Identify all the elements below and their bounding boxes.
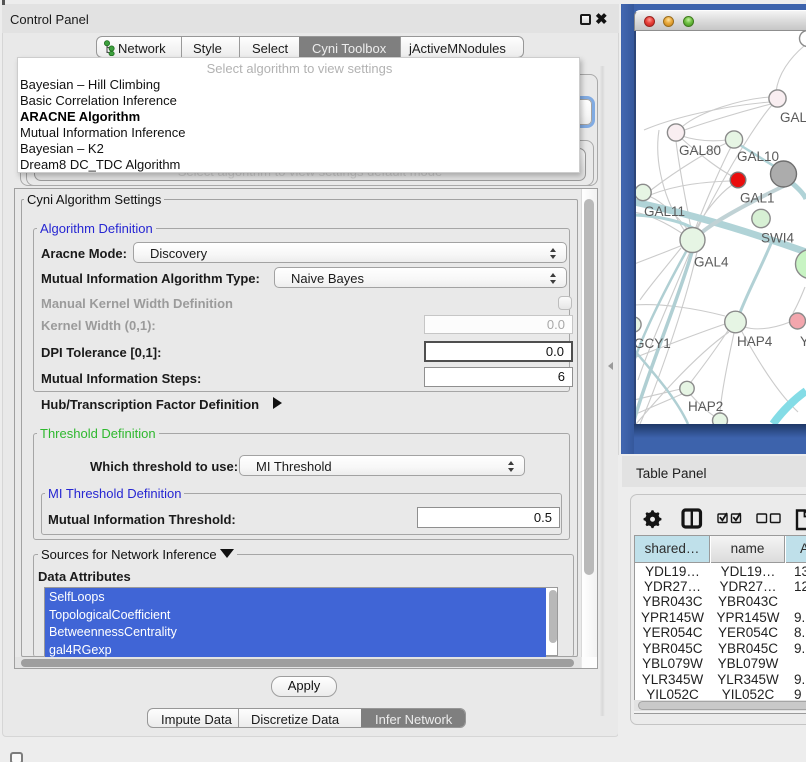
svg-text:GAL1: GAL1	[740, 191, 775, 206]
svg-text:GAL7: GAL7	[780, 110, 806, 125]
svg-text:GAL80: GAL80	[679, 143, 721, 158]
svg-text:GAL11: GAL11	[644, 204, 685, 219]
svg-text:YJR048W: YJR048W	[800, 334, 806, 349]
svg-text:HAP4: HAP4	[737, 334, 773, 349]
svg-text:SWI4: SWI4	[761, 231, 794, 246]
svg-text:GCY1: GCY1	[634, 336, 671, 351]
svg-text:GAL10: GAL10	[737, 149, 779, 164]
svg-text:HAP2: HAP2	[688, 399, 723, 414]
svg-text:GAL4: GAL4	[694, 255, 729, 270]
